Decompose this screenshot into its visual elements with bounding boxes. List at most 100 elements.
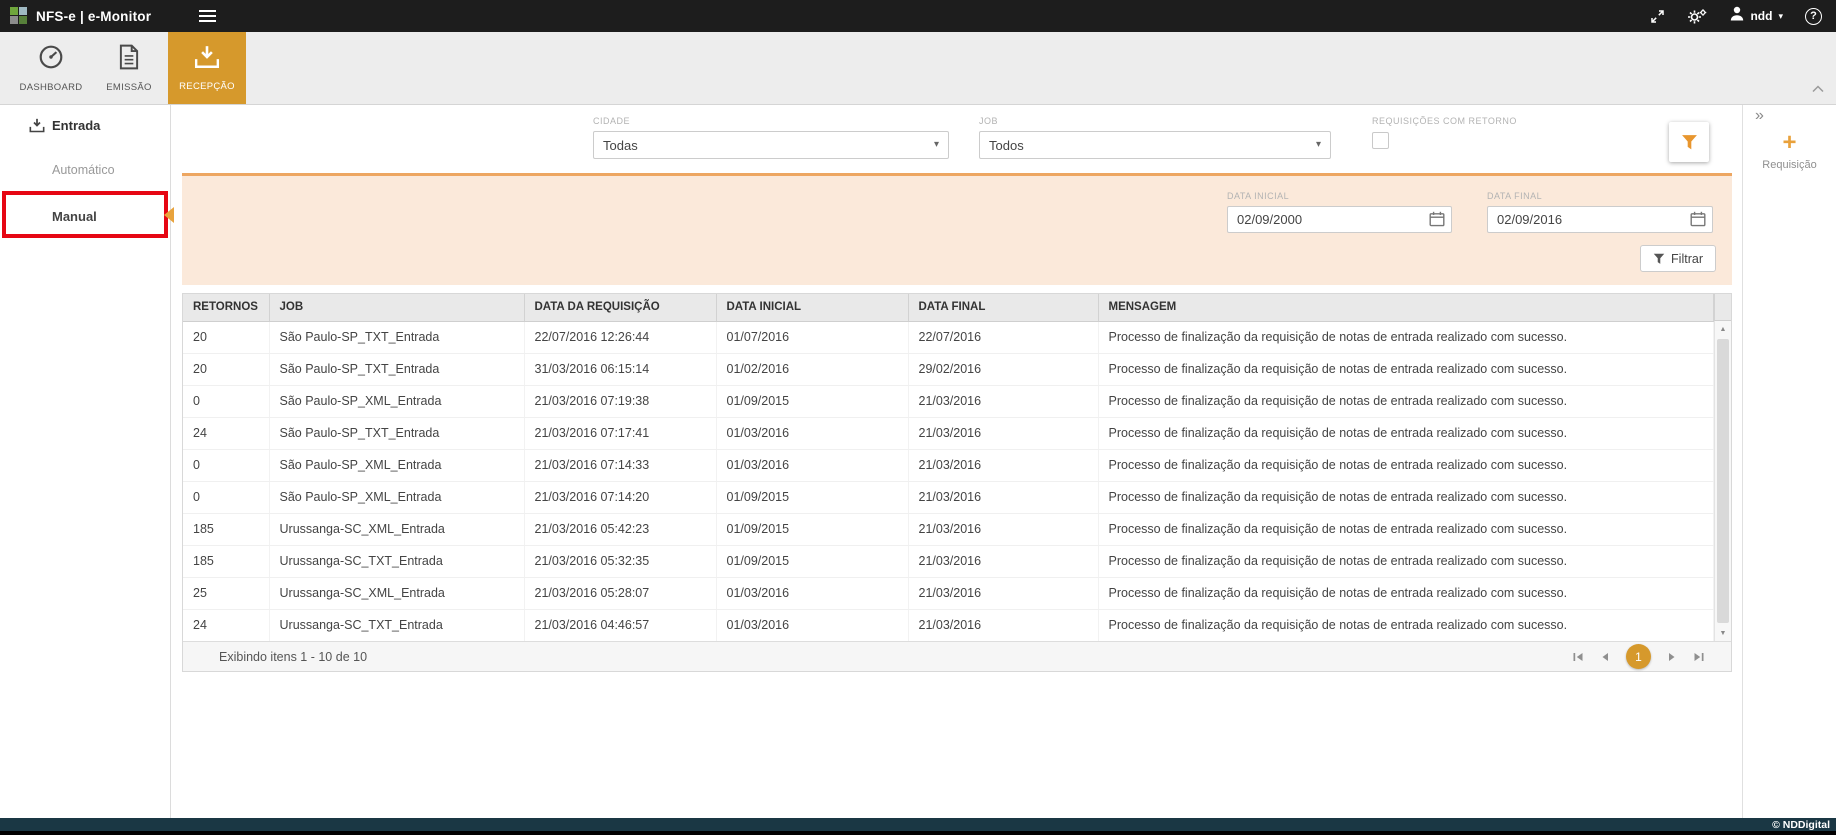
table-cell: 01/03/2016 (716, 417, 908, 449)
table-cell: São Paulo-SP_XML_Entrada (269, 385, 524, 417)
column-header[interactable]: DATA FINAL (908, 294, 1098, 321)
cidade-select[interactable]: Todas ▾ (593, 131, 949, 159)
scrollbar-thumb[interactable] (1717, 339, 1729, 623)
cidade-label: CIDADE (593, 116, 949, 126)
scroll-up-icon[interactable]: ▲ (1715, 321, 1731, 337)
app-title: NFS-e | e-Monitor (36, 9, 151, 24)
job-select[interactable]: Todos ▾ (979, 131, 1331, 159)
table-cell: São Paulo-SP_TXT_Entrada (269, 353, 524, 385)
tab-dashboard[interactable]: DASHBOARD (12, 32, 90, 104)
table-cell: Urussanga-SC_TXT_Entrada (269, 609, 524, 641)
table-cell: 20 (183, 321, 269, 353)
tab-recepcao[interactable]: RECEPÇÃO (168, 32, 246, 104)
calendar-icon[interactable] (1429, 211, 1445, 232)
right-panel: » + Requisição (1742, 105, 1836, 818)
expand-icon[interactable] (1650, 9, 1665, 24)
menu-icon[interactable] (199, 7, 217, 25)
requisicoes-retorno-checkbox[interactable] (1372, 132, 1389, 149)
table-cell: 21/03/2016 05:42:23 (524, 513, 716, 545)
data-inicial-input[interactable] (1227, 206, 1452, 233)
table-cell: São Paulo-SP_XML_Entrada (269, 449, 524, 481)
table-row[interactable]: 25Urussanga-SC_XML_Entrada21/03/2016 05:… (183, 577, 1714, 609)
column-header[interactable]: JOB (269, 294, 524, 321)
cidade-value: Todas (603, 138, 638, 153)
table-row[interactable]: 185Urussanga-SC_XML_Entrada21/03/2016 05… (183, 513, 1714, 545)
tab-emissao[interactable]: EMISSÃO (90, 32, 168, 104)
sidebar-item-manual[interactable]: Manual (0, 201, 170, 231)
table-row[interactable]: 0São Paulo-SP_XML_Entrada21/03/2016 07:1… (183, 481, 1714, 513)
table-cell: 01/09/2015 (716, 545, 908, 577)
document-icon (118, 44, 140, 75)
table-cell: Urussanga-SC_XML_Entrada (269, 513, 524, 545)
topbar: NFS-e | e-Monitor ndd (0, 0, 1836, 32)
requisicoes-retorno-label: REQUISIÇÕES COM RETORNO (1372, 116, 1517, 126)
add-requisicao-button[interactable]: + Requisição (1743, 131, 1836, 171)
username: ndd (1750, 9, 1772, 23)
table-cell: 01/03/2016 (716, 577, 908, 609)
results-table-region: RETORNOSJOBDATA DA REQUISIÇÃODATA INICIA… (182, 293, 1732, 672)
table-cell: São Paulo-SP_TXT_Entrada (269, 321, 524, 353)
column-header[interactable]: MENSAGEM (1098, 294, 1714, 321)
table-cell: 21/03/2016 04:46:57 (524, 609, 716, 641)
table-cell: Processo de finalização da requisição de… (1098, 417, 1714, 449)
module-toolbar: DASHBOARD EMISSÃO RECEPÇÃO (0, 32, 1836, 105)
filter-job: JOB Todos ▾ (979, 116, 1331, 159)
column-header[interactable]: DATA DA REQUISIÇÃO (524, 294, 716, 321)
table-row[interactable]: 20São Paulo-SP_TXT_Entrada31/03/2016 06:… (183, 353, 1714, 385)
funnel-icon (1653, 253, 1665, 265)
table-footer: Exibindo itens 1 - 10 de 10 1 (183, 641, 1731, 671)
help-icon[interactable]: ? (1805, 8, 1822, 25)
previous-page-icon[interactable] (1599, 651, 1611, 663)
table-cell: Processo de finalização da requisição de… (1098, 609, 1714, 641)
vertical-scrollbar[interactable]: ▲ ▼ (1714, 321, 1731, 641)
table-cell: 0 (183, 385, 269, 417)
table-cell: 24 (183, 609, 269, 641)
first-page-icon[interactable] (1572, 651, 1584, 663)
table-cell: 20 (183, 353, 269, 385)
table-cell: 0 (183, 449, 269, 481)
sidebar-item-label: Manual (0, 209, 97, 224)
table-cell: 01/02/2016 (716, 353, 908, 385)
last-page-icon[interactable] (1693, 651, 1705, 663)
table-cell: 21/03/2016 (908, 417, 1098, 449)
download-tray-icon (29, 118, 45, 133)
scrollbar-corner (1714, 294, 1731, 321)
table-cell: São Paulo-SP_TXT_Entrada (269, 417, 524, 449)
column-header[interactable]: DATA INICIAL (716, 294, 908, 321)
table-cell: 21/03/2016 (908, 385, 1098, 417)
table-row[interactable]: 24São Paulo-SP_TXT_Entrada21/03/2016 07:… (183, 417, 1714, 449)
filtrar-button[interactable]: Filtrar (1640, 245, 1716, 272)
table-cell: 185 (183, 545, 269, 577)
table-cell: Processo de finalização da requisição de… (1098, 545, 1714, 577)
table-cell: 0 (183, 481, 269, 513)
job-label: JOB (979, 116, 1331, 126)
table-cell: 185 (183, 513, 269, 545)
next-page-icon[interactable] (1666, 651, 1678, 663)
table-row[interactable]: 20São Paulo-SP_TXT_Entrada22/07/2016 12:… (183, 321, 1714, 353)
table-cell: 21/03/2016 07:14:20 (524, 481, 716, 513)
table-cell: 21/03/2016 07:17:41 (524, 417, 716, 449)
user-menu[interactable]: ndd ▾ (1730, 6, 1783, 26)
table-cell: 21/03/2016 (908, 449, 1098, 481)
table-cell: Processo de finalização da requisição de… (1098, 385, 1714, 417)
sidebar-item-automatico[interactable]: Automático (0, 155, 170, 185)
table-row[interactable]: 0São Paulo-SP_XML_Entrada21/03/2016 07:1… (183, 449, 1714, 481)
table-row[interactable]: 185Urussanga-SC_TXT_Entrada21/03/2016 05… (183, 545, 1714, 577)
table-cell: 21/03/2016 (908, 513, 1098, 545)
filter-toggle-button[interactable] (1669, 122, 1709, 162)
gears-icon[interactable] (1687, 8, 1708, 25)
sidebar-item-label: Automático (0, 163, 115, 177)
sidebar-item-entrada[interactable]: Entrada (0, 110, 170, 140)
collapse-panel-icon[interactable]: » (1755, 107, 1764, 125)
column-header[interactable]: RETORNOS (183, 294, 269, 321)
table-cell: 22/07/2016 12:26:44 (524, 321, 716, 353)
table-cell: 21/03/2016 05:32:35 (524, 545, 716, 577)
calendar-icon[interactable] (1690, 211, 1706, 232)
data-final-input[interactable] (1487, 206, 1713, 233)
collapse-toolbar-icon[interactable] (1812, 80, 1824, 98)
table-row[interactable]: 0São Paulo-SP_XML_Entrada21/03/2016 07:1… (183, 385, 1714, 417)
scroll-down-icon[interactable]: ▼ (1715, 625, 1731, 641)
table-cell: 21/03/2016 07:19:38 (524, 385, 716, 417)
current-page-button[interactable]: 1 (1626, 644, 1651, 669)
table-row[interactable]: 24Urussanga-SC_TXT_Entrada21/03/2016 04:… (183, 609, 1714, 641)
